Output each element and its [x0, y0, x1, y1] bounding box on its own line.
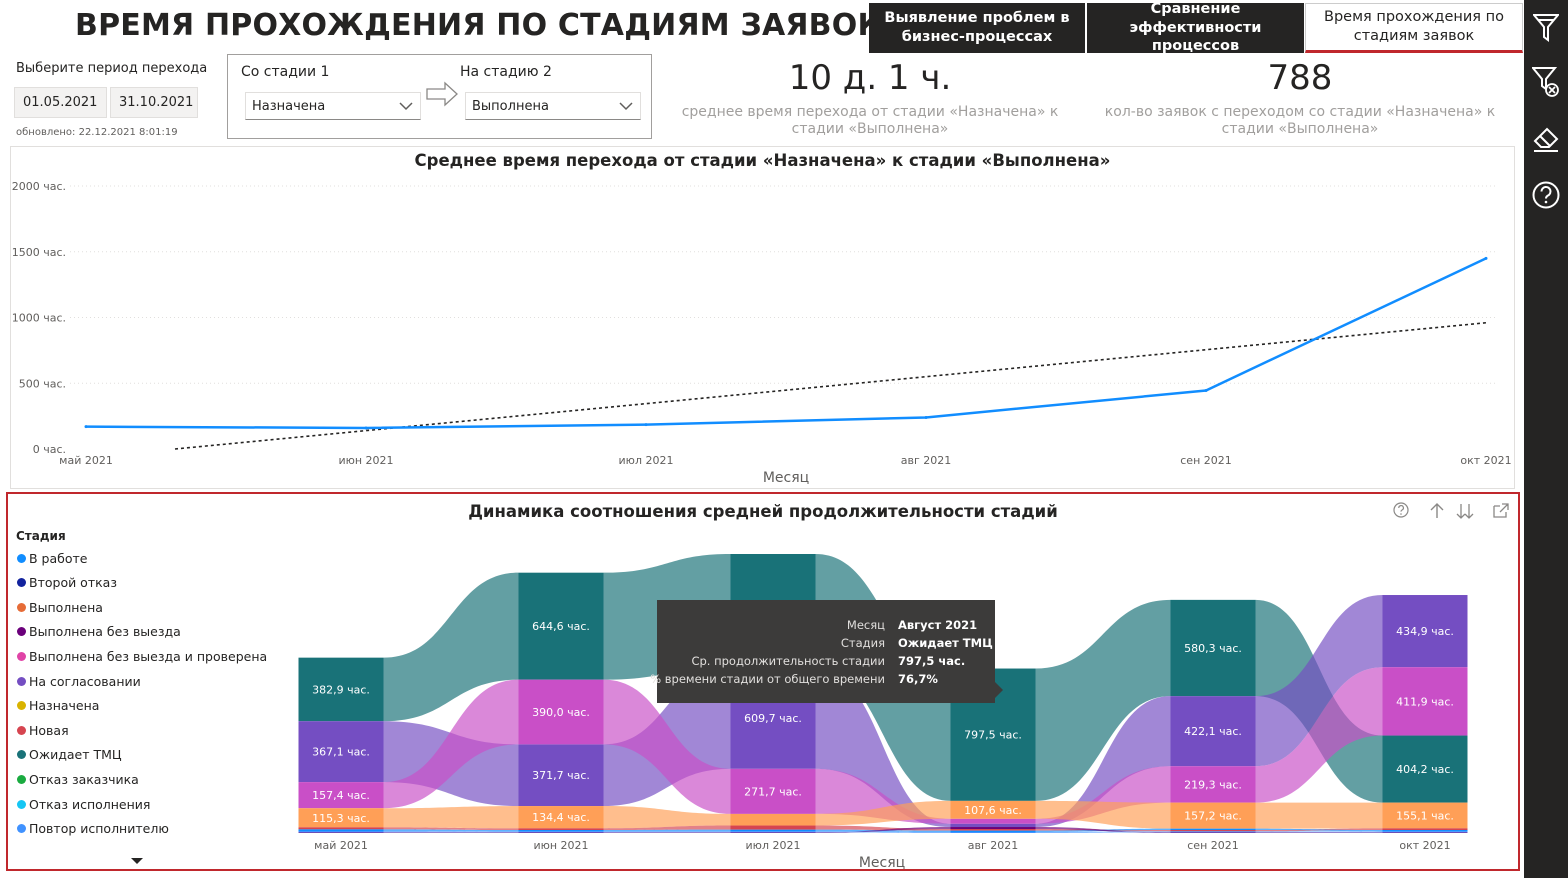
bar-segment: [950, 818, 1036, 824]
tooltip-pointer: [995, 682, 1003, 698]
data-label: 271,7 час.: [744, 785, 802, 798]
data-label: 382,9 час.: [312, 683, 370, 696]
tooltip-row: % времени стадии от общего времени 76,7%: [650, 672, 995, 690]
bar-segment: [1170, 828, 1256, 831]
bar-segment: [950, 830, 1036, 833]
bar-segment: [950, 832, 1036, 833]
data-label: 134,4 час.: [532, 811, 590, 824]
data-label: 580,3 час.: [1184, 642, 1242, 655]
bar-segment: [950, 823, 1036, 828]
data-label: 371,7 час.: [532, 769, 590, 782]
bar-segment: [1382, 828, 1468, 831]
bar-segment: [518, 828, 604, 831]
x-tick-label: сен 2021: [1187, 839, 1239, 852]
data-label: 367,1 час.: [312, 746, 370, 759]
data-label: 644,6 час.: [532, 620, 590, 633]
tooltip-key: Месяц: [846, 618, 885, 632]
bar-segment: [1382, 832, 1468, 833]
ribbon: [1255, 802, 1383, 829]
chart-tooltip: Месяц Август 2021 Стадия Ожидает ТМЦ Ср. п…: [650, 600, 995, 703]
x-axis-title: Месяц: [859, 855, 905, 871]
bar-segment: [950, 827, 1036, 830]
ribbon: [1255, 832, 1383, 833]
tooltip-row: Месяц Август 2021: [657, 618, 995, 636]
ribbon: [1255, 831, 1383, 833]
data-label: 411,9 час.: [1396, 695, 1454, 708]
bar-segment: [730, 825, 816, 830]
ribbon: [383, 806, 519, 829]
tooltip-key: % времени стадии от общего времени: [650, 672, 885, 686]
ribbon: [603, 832, 731, 833]
data-label: 107,6 час.: [964, 804, 1022, 817]
bar-segment: [1170, 830, 1256, 832]
bar-segment: [1382, 830, 1468, 832]
tooltip-row: Стадия Ожидает ТМЦ: [657, 636, 995, 654]
tooltip-row: Ср. продолжительность стадии 797,5 час.: [657, 654, 995, 672]
bar-segment: [518, 830, 604, 832]
eraser-icon[interactable]: [1530, 120, 1562, 156]
x-tick-label: авг 2021: [968, 839, 1019, 852]
bar-segment: [298, 831, 384, 833]
bar-segment: [298, 827, 384, 830]
ribbon: [383, 832, 519, 833]
bar-segment: [950, 829, 1036, 831]
data-label: 115,3 час.: [312, 812, 370, 825]
tooltip-value: Август 2021: [898, 618, 978, 632]
bar-segment: [730, 831, 816, 833]
bar-segment: [730, 813, 816, 826]
bar-segment: [730, 832, 816, 833]
bar-segment: [1382, 831, 1468, 833]
filter-icon[interactable]: [1530, 10, 1562, 46]
data-label: 219,3 час.: [1184, 778, 1242, 791]
bar-segment: [518, 832, 604, 833]
data-label: 797,5 час.: [964, 729, 1022, 742]
data-label: 155,1 час.: [1396, 809, 1454, 822]
x-tick-label: июн 2021: [533, 839, 588, 852]
clear-filter-icon[interactable]: [1530, 64, 1562, 100]
data-label: 390,0 час.: [532, 706, 590, 719]
right-toolbar: [1524, 0, 1568, 878]
x-tick-label: окт 2021: [1399, 839, 1450, 852]
x-tick-label: май 2021: [314, 839, 368, 852]
data-label: 157,4 час.: [312, 789, 370, 802]
tooltip-value: Ожидает ТМЦ: [898, 636, 993, 650]
tooltip-value: 797,5 час.: [898, 654, 966, 668]
ribbon: [603, 831, 731, 833]
data-label: 422,1 час.: [1184, 725, 1242, 738]
data-label: 157,2 час.: [1184, 810, 1242, 823]
bar-segment: [1170, 831, 1256, 833]
data-label: 609,7 час.: [744, 712, 802, 725]
ribbon-chart: 382,9 час.644,6 час.684,9 час.797,5 час.…: [298, 554, 1468, 871]
data-label: 434,9 час.: [1396, 625, 1454, 638]
tooltip-value: 76,7%: [898, 672, 938, 686]
bar-segment: [298, 832, 384, 833]
bar-segment: [518, 831, 604, 833]
bar-segment: [1170, 832, 1256, 833]
bar-segment: [730, 829, 816, 832]
data-label: 404,2 час.: [1396, 763, 1454, 776]
tooltip-key: Ср. продолжительность стадии: [691, 654, 885, 668]
bar-segment: [298, 829, 384, 832]
x-tick-label: июл 2021: [746, 839, 801, 852]
tooltip-key: Стадия: [840, 636, 885, 650]
help-icon[interactable]: [1530, 177, 1562, 213]
